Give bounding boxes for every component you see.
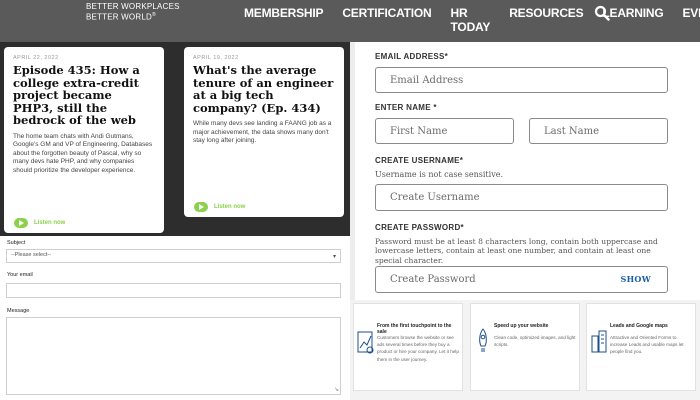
create-username-label: CREATE USERNAME* [375,156,464,165]
subject-select[interactable]: --Please select-- ▾ [6,249,341,263]
feature-title: Speed up your website [494,323,549,329]
nav-certification[interactable]: CERTIFICATION [342,6,431,34]
first-name-input[interactable]: First Name [375,118,514,144]
message-textarea[interactable]: ↘ [6,317,341,395]
subject-selected-value: --Please select-- [11,252,52,258]
create-username-input[interactable]: Create Username [375,184,668,211]
password-hint: Password must be at least 8 characters l… [375,237,658,265]
listen-now-link[interactable]: Listen now [194,202,245,212]
signup-form: EMAIL ADDRESS* Email Address ENTER NAME … [355,42,700,300]
email-address-placeholder: Email Address [390,75,464,86]
feature-title: Leads and Google maps [610,323,668,329]
last-name-placeholder: Last Name [544,126,600,137]
card-title[interactable]: Episode 435: How a college extra-credit … [13,64,155,127]
brand-line-2: Better World [86,12,152,22]
funnel-chart-icon [357,331,374,354]
create-password-placeholder: Create Password [390,274,476,285]
username-hint: Username is not case sensitive. [375,170,503,179]
nav-resources[interactable]: RESOURCES [509,6,583,34]
resize-handle-icon[interactable]: ↘ [334,386,339,393]
card-date: APRIL 22, 2022 [13,55,59,61]
feature-card: Leads and Google maps Attractive and Ori… [586,303,696,391]
building-map-icon [591,330,607,353]
nav-membership[interactable]: MEMBERSHIP [244,6,324,34]
enter-name-label: ENTER NAME * [375,103,437,112]
email-label: Your email [7,272,33,278]
features-section: From the first touchpoint to the sale Cu… [350,300,700,400]
brand-line-1: Better Workplaces [86,2,180,11]
nav-hr-today[interactable]: HR TODAY [451,6,491,34]
feature-card: Speed up your website Clean code, optimi… [470,303,580,391]
feature-card: From the first touchpoint to the sale Cu… [353,303,463,391]
podcast-card[interactable]: APRIL 19, 2022 What's the average tenure… [184,47,344,217]
listen-now-label: Listen now [214,204,246,210]
feature-text: Clean code, optimized images, and light … [494,335,576,348]
nav-learning[interactable]: LEARNING [602,6,663,34]
podcast-cards-panel: APRIL 22, 2022 Episode 435: How a colleg… [0,42,350,236]
card-title[interactable]: What's the average tenure of an engineer… [193,64,335,114]
create-username-placeholder: Create Username [390,192,480,203]
email-field[interactable] [6,283,341,298]
rocket-icon [479,328,487,352]
create-password-label: CREATE PASSWORD* [375,223,464,232]
top-navigation-bar: Better Workplaces Better World® MEMBERSH… [0,0,700,42]
feature-text: Attractive and Oriented Forms to increas… [610,335,684,355]
email-address-input[interactable]: Email Address [375,67,668,93]
play-icon [194,202,208,212]
feature-text: Customers browse the website or see ads … [377,335,459,362]
message-label: Message [7,308,30,314]
create-password-input[interactable]: Create Password SHOW [375,266,668,293]
brand-logo[interactable]: Better Workplaces Better World® [86,2,180,22]
play-icon [14,218,28,228]
chevron-down-icon: ▾ [332,254,336,260]
podcast-card[interactable]: APRIL 22, 2022 Episode 435: How a colleg… [4,47,164,233]
card-date: APRIL 19, 2022 [193,55,239,61]
first-name-placeholder: First Name [390,126,448,137]
nav-events[interactable]: EVENTS [682,6,700,34]
listen-now-label: Listen now [34,220,66,226]
subject-label: Subject [7,240,26,246]
main-menu: MEMBERSHIP CERTIFICATION HR TODAY RESOUR… [244,6,700,34]
last-name-input[interactable]: Last Name [529,118,668,144]
listen-now-link[interactable]: Listen now [14,218,65,228]
contact-form: Subject --Please select-- ▾ Your email M… [0,236,350,400]
brand-registered-mark: ® [151,12,156,18]
search-icon[interactable] [594,5,610,21]
show-password-button[interactable]: SHOW [621,274,652,284]
card-description: While many devs see landing a FAANG job … [193,120,332,145]
email-address-label: EMAIL ADDRESS* [375,52,449,61]
card-description: The home team chats with Andi Gutmans, G… [13,132,153,174]
